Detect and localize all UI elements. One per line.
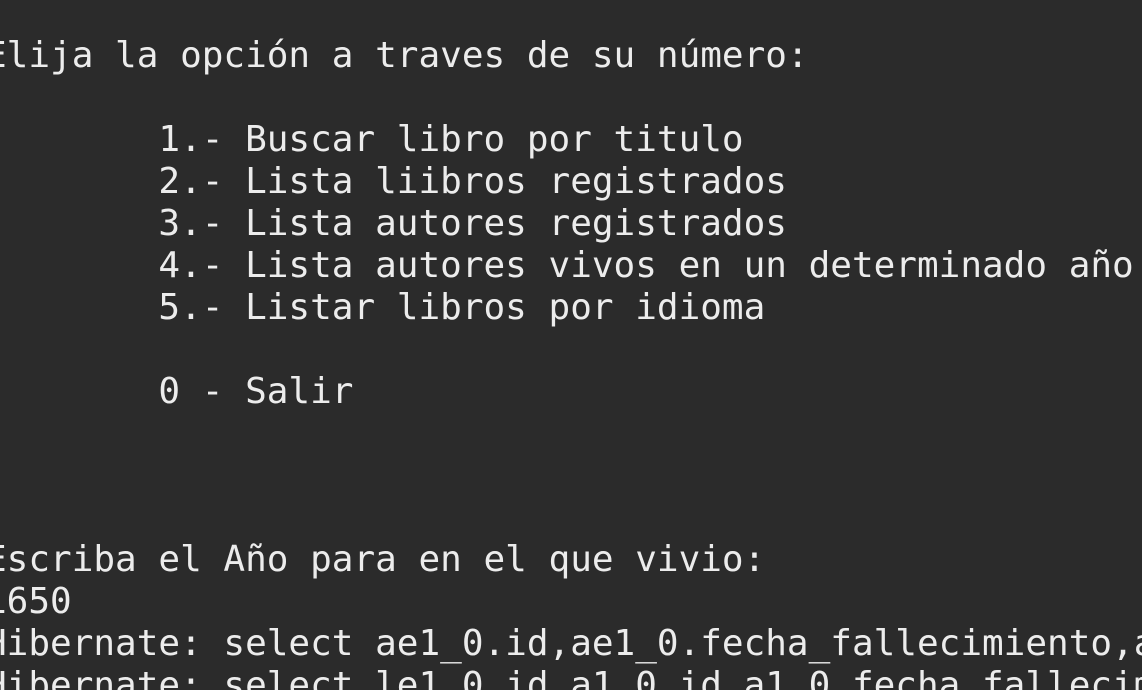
- menu-option-5: 5.- Listar libros por idioma: [0, 287, 766, 328]
- year-prompt: Escriba el Año para en el que vivio:: [0, 539, 766, 580]
- menu-option-exit: 0 - Salir: [0, 371, 354, 412]
- terminal-window[interactable]: Elija la opción a traves de su número: 1…: [0, 0, 1142, 690]
- menu-option-1: 1.- Buscar libro por titulo: [0, 119, 744, 160]
- menu-option-4: 4.- Lista autores vivos en un determinad…: [0, 245, 1134, 286]
- user-input-year: 1650: [0, 581, 72, 622]
- menu-prompt: Elija la opción a traves de su número:: [0, 35, 809, 76]
- menu-option-3: 3.- Lista autores registrados: [0, 203, 787, 244]
- hibernate-log-line: Hibernate: select le1_0.id,a1_0.id,a1_0.…: [0, 665, 1142, 690]
- hibernate-log-line: Hibernate: select ae1_0.id,ae1_0.fecha_f…: [0, 623, 1142, 664]
- menu-option-2: 2.- Lista liibros registrados: [0, 161, 787, 202]
